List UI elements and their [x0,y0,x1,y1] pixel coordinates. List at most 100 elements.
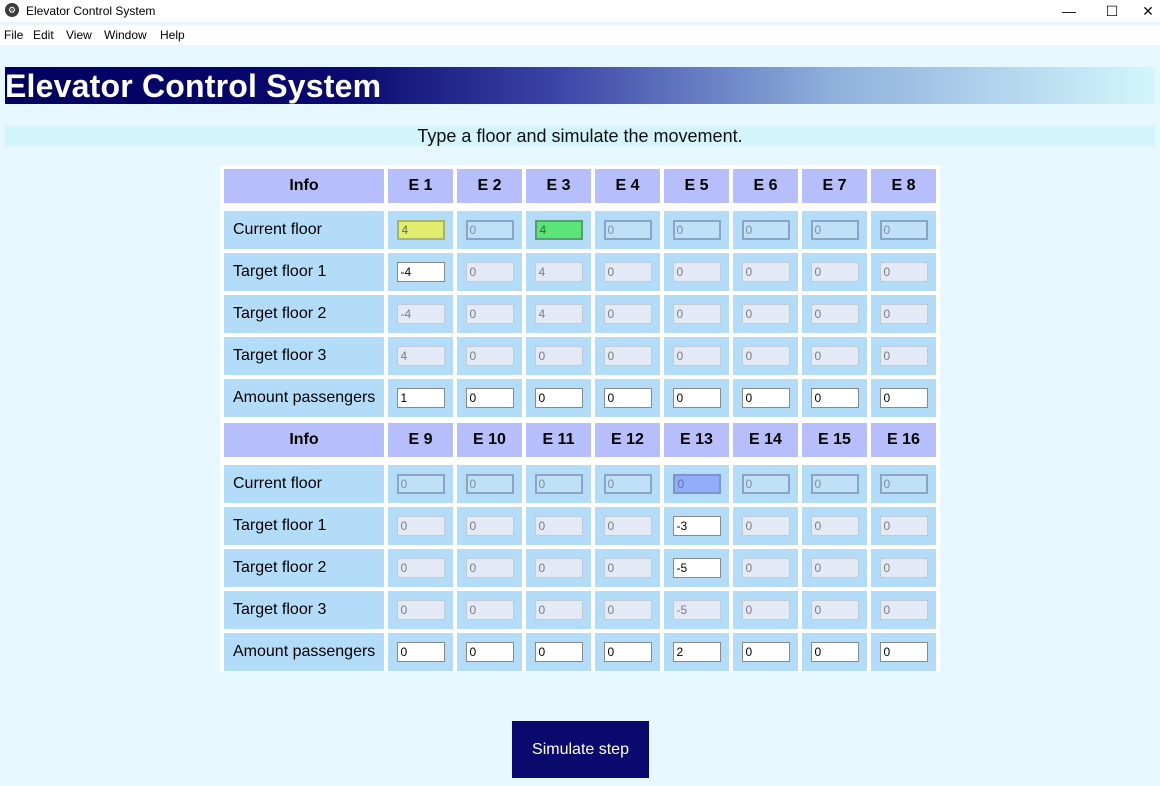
target-floor-input [879,558,928,578]
row-label: Amount passengers [224,633,384,671]
menu-edit[interactable]: Edit [33,28,54,42]
passenger-count-input[interactable] [465,642,514,662]
field-cell [595,507,660,545]
current-floor-field [879,220,928,240]
instruction-text: Type a floor and simulate the movement. [417,126,743,146]
field-cell [733,507,798,545]
passenger-count-input[interactable] [603,642,652,662]
field-cell [388,379,453,417]
target-floor-input [879,346,928,366]
current-floor-field [465,474,514,494]
menu-bar: File Edit View Window Help [0,25,1160,45]
field-cell [388,507,453,545]
elevator-header: E 8 [871,169,936,203]
passenger-count-input[interactable] [810,642,859,662]
target-floor-input [672,346,721,366]
elevator-header: E 14 [733,423,798,457]
field-cell [526,549,591,587]
field-cell [388,591,453,629]
title-bar: ⚙ Elevator Control System — ☐ ✕ [0,0,1160,22]
current-floor-field [741,220,790,240]
field-cell [457,211,522,249]
close-button[interactable]: ✕ [1136,0,1160,22]
field-cell [733,379,798,417]
passenger-count-input[interactable] [396,642,445,662]
field-cell [595,379,660,417]
field-cell [664,253,729,291]
app-icon: ⚙ [5,3,19,17]
menu-window[interactable]: Window [104,28,147,42]
field-cell [871,337,936,375]
menu-view[interactable]: View [66,28,92,42]
info-header: Info [224,423,384,457]
elevator-header: E 3 [526,169,591,203]
target-floor-input [879,516,928,536]
target-floor-input[interactable] [672,558,721,578]
minimize-button[interactable]: — [1049,0,1089,22]
field-cell [595,211,660,249]
field-cell [871,549,936,587]
elevator-header: E 5 [664,169,729,203]
field-cell [457,379,522,417]
page-title: Elevator Control System [5,68,382,104]
row-label: Current floor [224,465,384,503]
field-cell [664,549,729,587]
field-cell [733,253,798,291]
field-cell [595,633,660,671]
target-floor-input [534,516,583,536]
passenger-count-input[interactable] [741,388,790,408]
field-cell [802,295,867,333]
row-label: Target floor 2 [224,549,384,587]
maximize-button[interactable]: ☐ [1092,0,1132,22]
passenger-count-input[interactable] [672,388,721,408]
field-cell [388,295,453,333]
target-floor-input[interactable] [672,516,721,536]
field-cell [388,253,453,291]
field-cell [802,591,867,629]
passenger-count-input[interactable] [879,388,928,408]
target-floor-input [534,304,583,324]
elevator-header: E 12 [595,423,660,457]
current-floor-field [465,220,514,240]
field-cell [388,633,453,671]
target-floor-input [603,304,652,324]
passenger-count-input[interactable] [741,642,790,662]
target-floor-input [396,346,445,366]
field-cell [595,295,660,333]
field-cell [871,633,936,671]
target-floor-input [603,600,652,620]
target-floor-input [810,262,859,282]
passenger-count-input[interactable] [465,388,514,408]
target-floor-input [741,558,790,578]
menu-help[interactable]: Help [160,28,185,42]
simulate-step-button[interactable]: Simulate step [512,721,649,778]
field-cell [733,633,798,671]
field-cell [733,591,798,629]
field-cell [802,633,867,671]
field-cell [526,295,591,333]
target-floor-input [603,262,652,282]
row-label: Amount passengers [224,379,384,417]
field-cell [526,337,591,375]
elevator-header: E 10 [457,423,522,457]
passenger-count-input[interactable] [879,642,928,662]
menu-file[interactable]: File [4,28,23,42]
row-label: Target floor 1 [224,507,384,545]
target-floor-input [396,304,445,324]
field-cell [526,379,591,417]
current-floor-field [672,220,721,240]
field-cell [388,337,453,375]
field-cell [802,379,867,417]
passenger-count-input[interactable] [810,388,859,408]
row-label: Target floor 3 [224,337,384,375]
passenger-count-input[interactable] [534,642,583,662]
target-floor-input [879,304,928,324]
target-floor-input [465,516,514,536]
passenger-count-input[interactable] [603,388,652,408]
target-floor-input[interactable] [396,262,445,282]
passenger-count-input[interactable] [672,642,721,662]
target-floor-input [672,600,721,620]
passenger-count-input[interactable] [534,388,583,408]
passenger-count-input[interactable] [396,388,445,408]
field-cell [388,465,453,503]
